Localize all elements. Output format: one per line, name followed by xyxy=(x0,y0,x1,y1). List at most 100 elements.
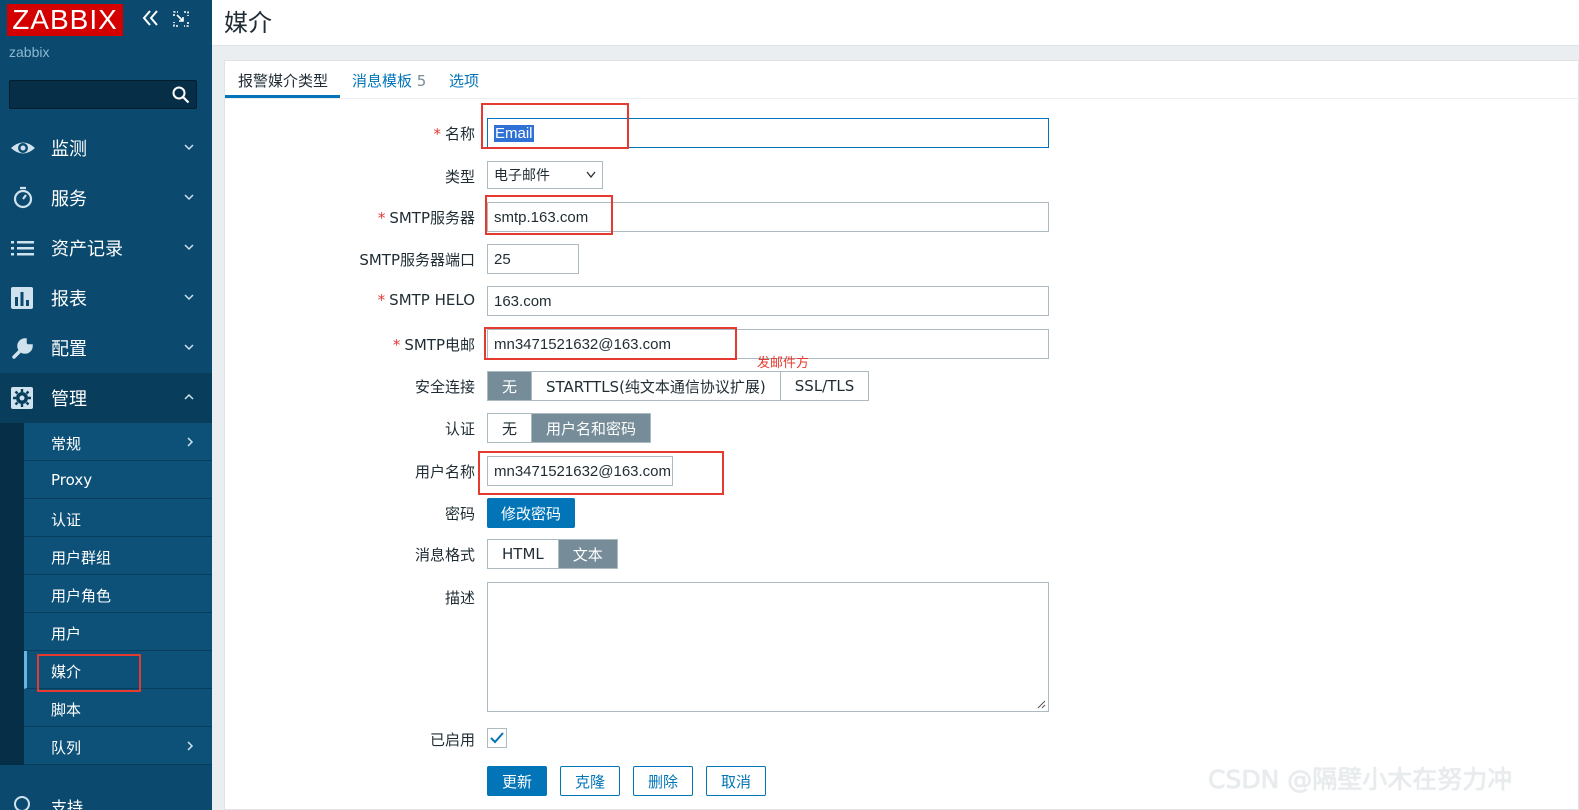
menu-item-label: 服务 xyxy=(51,189,87,210)
sidebar: ZABBIX zabbix 监测 服务 资产记录 报表 配置 管理 常规 Pro… xyxy=(0,0,212,810)
search-icon[interactable] xyxy=(172,86,190,104)
auth-option-none[interactable]: 无 xyxy=(488,414,533,442)
wrench-icon xyxy=(12,338,33,359)
main-menu: 监测 服务 资产记录 报表 配置 管理 常规 Proxy 认证 用户群组 用户角… xyxy=(0,123,212,765)
submenu-item-label: 媒介 xyxy=(51,663,82,681)
eye-icon xyxy=(11,142,35,154)
collapse-sidebar-icon[interactable] xyxy=(140,8,160,28)
submenu-item-scripts[interactable]: 脚本 xyxy=(24,689,212,727)
menu-item-label: 监测 xyxy=(51,139,87,160)
security-label: 安全连接 xyxy=(414,378,475,396)
active-tab-indicator xyxy=(225,95,340,98)
kiosk-mode-icon[interactable] xyxy=(172,10,190,28)
menu-item-label: 管理 xyxy=(51,389,87,410)
submenu-item-users[interactable]: 用户 xyxy=(24,613,212,651)
menu-item-label: 资产记录 xyxy=(51,239,123,260)
chevron-down-icon xyxy=(184,294,194,301)
smtp-server-input[interactable]: smtp.163.com xyxy=(487,202,1049,232)
submenu-item-label: 队列 xyxy=(51,739,82,757)
zabbix-logo[interactable]: ZABBIX xyxy=(7,4,123,36)
name-input[interactable]: Email xyxy=(487,118,1049,148)
submenu-item-proxy[interactable]: Proxy xyxy=(24,461,212,499)
menu-item-support[interactable]: 支持 xyxy=(0,788,212,810)
description-label: 描述 xyxy=(444,589,475,607)
menu-item-configuration[interactable]: 配置 xyxy=(0,323,212,373)
security-option-ssl-tls[interactable]: SSL/TLS xyxy=(781,372,869,400)
description-textarea[interactable] xyxy=(487,582,1049,712)
menu-item-inventory[interactable]: 资产记录 xyxy=(0,223,212,273)
submenu-item-user-groups[interactable]: 用户群组 xyxy=(24,537,212,575)
menu-item-reports[interactable]: 报表 xyxy=(0,273,212,323)
smtp-server-label: * SMTP服务器 xyxy=(377,209,475,227)
list-icon xyxy=(11,241,34,256)
page-title: 媒介 xyxy=(224,9,272,37)
username-label: 用户名称 xyxy=(414,463,475,481)
gear-icon xyxy=(11,387,33,409)
support-label: 支持 xyxy=(51,798,84,810)
tab-count: 5 xyxy=(416,72,427,90)
format-option-html[interactable]: HTML xyxy=(488,540,559,568)
security-option-none[interactable]: 无 xyxy=(488,372,533,400)
menu-item-administration[interactable]: 管理 xyxy=(0,373,212,423)
annotation-sender-note: 发邮件方 xyxy=(757,356,810,371)
submenu-item-label: 脚本 xyxy=(51,701,82,719)
security-option-starttls[interactable]: STARTTLS(纯文本通信协议扩展) xyxy=(532,372,781,400)
sidebar-search-input[interactable] xyxy=(9,80,197,109)
menu-item-services[interactable]: 服务 xyxy=(0,173,212,223)
auth-option-username-password[interactable]: 用户名和密码 xyxy=(532,414,651,442)
submenu-item-label: 用户角色 xyxy=(51,587,112,605)
name-label: * 名称 xyxy=(433,125,475,143)
tab-media-type[interactable]: 报警媒介类型 xyxy=(238,70,328,91)
submenu-item-label: 用户群组 xyxy=(51,549,112,567)
check-icon xyxy=(490,732,504,744)
bar-chart-icon xyxy=(11,287,33,309)
chevron-right-icon xyxy=(187,741,194,751)
smtp-helo-input[interactable]: 163.com xyxy=(487,286,1049,316)
username-input[interactable]: mn3471521632@163.com xyxy=(487,456,673,486)
menu-item-monitoring[interactable]: 监测 xyxy=(0,123,212,173)
delete-button[interactable]: 删除 xyxy=(633,766,694,796)
type-select[interactable]: 电子邮件 xyxy=(487,161,603,189)
format-option-text[interactable]: 文本 xyxy=(558,540,617,568)
support-icon xyxy=(14,796,30,810)
submenu-item-user-roles[interactable]: 用户角色 xyxy=(24,575,212,613)
form-actions: 更新 克隆 删除 取消 xyxy=(487,766,767,796)
clone-button[interactable]: 克隆 xyxy=(560,766,621,796)
chevron-down-icon xyxy=(184,344,194,351)
update-button[interactable]: 更新 xyxy=(487,766,548,796)
media-type-form-container: 报警媒介类型 消息模板 5 选项 * 名称 Email 类型 电子邮件 * SMTP… xyxy=(224,60,1579,810)
security-segmented-control: 无 STARTTLS(纯文本通信协议扩展) SSL/TLS xyxy=(487,371,870,401)
type-label: 类型 xyxy=(444,168,475,186)
change-password-button[interactable]: 修改密码 xyxy=(487,498,576,528)
menu-item-label: 报表 xyxy=(51,289,87,310)
resize-grip-icon[interactable] xyxy=(1036,699,1046,709)
watermark: CSDN @隔壁小木在努力冲 xyxy=(1208,765,1513,794)
smtp-email-label: * SMTP电邮 xyxy=(392,336,475,354)
page-header: 媒介 xyxy=(212,0,1579,46)
smtp-port-input[interactable]: 25 xyxy=(487,244,579,274)
administration-submenu: 常规 Proxy 认证 用户群组 用户角色 用户 媒介 脚本 队列 xyxy=(0,423,212,765)
submenu-item-media[interactable]: 媒介 xyxy=(24,651,212,689)
submenu-item-queue[interactable]: 队列 xyxy=(24,727,212,765)
tab-options[interactable]: 选项 xyxy=(449,70,479,91)
submenu-item-label: Proxy xyxy=(51,471,93,489)
smtp-helo-label: * SMTP HELO xyxy=(377,291,475,309)
chevron-down-icon xyxy=(184,194,194,201)
submenu-item-general[interactable]: 常规 xyxy=(24,423,212,461)
enabled-label: 已启用 xyxy=(429,731,475,749)
submenu-item-label: 常规 xyxy=(51,435,82,453)
auth-label: 认证 xyxy=(444,420,475,438)
chevron-down-icon xyxy=(586,171,596,179)
submenu-item-authentication[interactable]: 认证 xyxy=(24,499,212,537)
cancel-button[interactable]: 取消 xyxy=(706,766,767,796)
smtp-port-label: SMTP服务器端口 xyxy=(359,251,475,269)
server-name: zabbix xyxy=(9,44,50,60)
submenu-item-label: 认证 xyxy=(51,511,82,529)
message-format-segmented-control: HTML 文本 xyxy=(487,539,618,569)
password-label: 密码 xyxy=(444,505,475,523)
tab-message-templates[interactable]: 消息模板 5 xyxy=(352,70,426,91)
enabled-checkbox[interactable] xyxy=(487,728,507,748)
menu-item-label: 配置 xyxy=(51,339,87,360)
message-format-label: 消息格式 xyxy=(414,546,475,564)
chevron-down-icon xyxy=(184,144,194,151)
